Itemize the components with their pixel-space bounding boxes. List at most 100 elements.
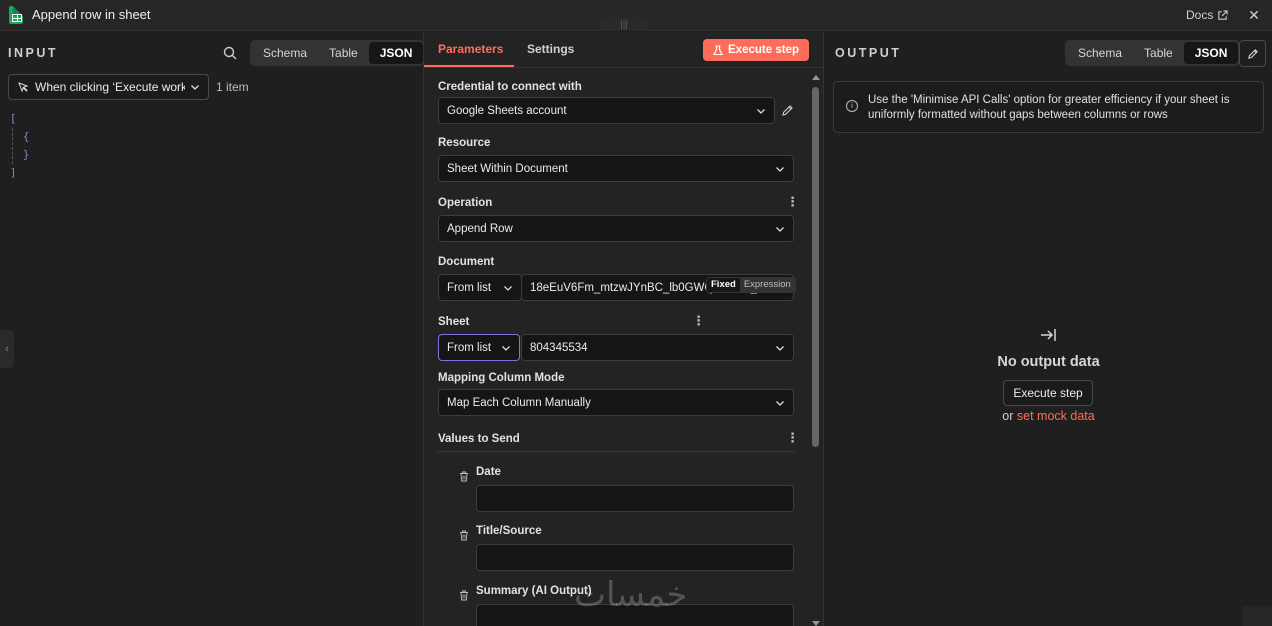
credential-select[interactable]: Google Sheets account (438, 97, 775, 124)
search-icon[interactable] (223, 46, 237, 60)
output-tab-json[interactable]: JSON (1183, 42, 1239, 64)
item-count: 1 item (216, 80, 249, 94)
json-close-brace: } (23, 149, 30, 161)
info-callout: i Use the 'Minimise API Calls' option fo… (833, 81, 1264, 133)
execute-step-button[interactable]: Execute step (703, 39, 809, 61)
external-link-icon (1218, 9, 1228, 20)
scroll-down-arrow[interactable] (812, 621, 820, 626)
output-label: OUTPUT (835, 46, 902, 60)
sheet-options-icon[interactable]: ⋮ (692, 314, 705, 327)
tab-settings[interactable]: Settings (527, 42, 574, 56)
resource-value: Sheet Within Document (447, 162, 568, 175)
output-tab-table[interactable]: Table (1133, 42, 1184, 64)
info-text: Use the 'Minimise API Calls' option for … (868, 94, 1230, 121)
mapping-label: Mapping Column Mode (438, 372, 565, 384)
values-divider (438, 451, 794, 452)
operation-label: Operation (438, 197, 493, 209)
trash-icon[interactable] (459, 471, 469, 482)
input-tab-table[interactable]: Table (318, 42, 369, 64)
input-view-toggle: Schema Table JSON (250, 40, 426, 66)
trigger-node-label: When clicking ‘Execute workflow’ (35, 80, 185, 94)
trash-icon[interactable] (459, 590, 469, 601)
output-panel: OUTPUT Schema Table JSON i Use the 'Mini… (825, 32, 1272, 626)
title-source-input[interactable] (476, 544, 794, 571)
json-open-brace[interactable]: { (23, 128, 29, 146)
parameters-form: Credential to connect with Google Sheets… (424, 69, 824, 626)
value-field-label: Title/Source (476, 525, 542, 537)
close-button[interactable]: ✕ (1247, 7, 1261, 24)
sheet-mode-value: From list (447, 341, 492, 354)
sheet-mode-select[interactable]: From list (438, 334, 520, 361)
sparkle-icon[interactable] (1242, 606, 1272, 626)
document-mode-value: From list (447, 281, 492, 294)
operation-value: Append Row (447, 222, 513, 235)
tab-parameters[interactable]: Parameters (438, 42, 503, 56)
chevron-down-icon (191, 85, 199, 90)
json-viewer: [ { } ] (10, 110, 29, 182)
resource-label: Resource (438, 137, 491, 149)
output-tab-schema[interactable]: Schema (1067, 42, 1133, 64)
title-bar: Append row in sheet ||| Docs ✕ (0, 0, 1272, 31)
cursor-click-icon (18, 82, 29, 93)
trash-icon[interactable] (459, 530, 469, 541)
input-panel: INPUT Schema Table JSON When clicking ‘E… (0, 32, 426, 626)
credential-value: Google Sheets account (447, 104, 567, 117)
chevron-down-icon (776, 346, 784, 351)
info-icon: i (846, 100, 858, 112)
chevron-down-icon (776, 401, 784, 406)
panel-drag-handle[interactable]: ||| (600, 17, 648, 31)
node-title[interactable]: Append row in sheet (32, 7, 151, 22)
input-label: INPUT (8, 46, 58, 60)
json-close-bracket: ] (10, 167, 17, 179)
watermark: خمسات (574, 575, 688, 615)
values-options-icon[interactable]: ⋮ (786, 431, 799, 444)
pencil-icon (1248, 49, 1258, 59)
scroll-up-arrow[interactable] (812, 75, 820, 80)
parameters-panel: Parameters Settings Execute step Credent… (424, 32, 824, 626)
document-mode-select[interactable]: From list (438, 274, 522, 301)
mapping-value: Map Each Column Manually (447, 396, 591, 409)
input-tab-schema[interactable]: Schema (252, 42, 318, 64)
sheet-label: Sheet (438, 316, 470, 328)
docs-link-label: Docs (1186, 8, 1214, 22)
json-guide: { } (12, 128, 29, 164)
operation-select[interactable]: Append Row (438, 215, 794, 242)
active-tab-indicator (424, 65, 514, 67)
operation-options-icon[interactable]: ⋮ (786, 195, 799, 208)
credential-label: Credential to connect with (438, 81, 582, 93)
sheet-select[interactable]: 804345534 (521, 334, 794, 361)
output-execute-step-button[interactable]: Execute step (1003, 380, 1093, 406)
no-output-title: No output data (997, 354, 1100, 370)
sheet-value: 804345534 (530, 341, 588, 354)
fixed-expression-toggle: Fixed Expression (706, 277, 796, 293)
or-text: or (1002, 409, 1014, 423)
trigger-node-select[interactable]: When clicking ‘Execute workflow’ (8, 74, 209, 100)
date-input[interactable] (476, 485, 794, 512)
edit-output-button[interactable] (1239, 40, 1266, 67)
mapping-select[interactable]: Map Each Column Manually (438, 389, 794, 416)
edit-credential-pencil-icon[interactable] (781, 104, 794, 117)
docs-link[interactable]: Docs (1186, 8, 1228, 22)
input-tab-json[interactable]: JSON (368, 42, 424, 64)
flask-icon (713, 44, 723, 55)
json-open-bracket: [ (10, 113, 17, 125)
toggle-expression[interactable]: Expression (740, 278, 795, 292)
value-field-label: Date (476, 466, 501, 478)
execute-step-label: Execute step (728, 44, 799, 56)
mock-data-line: or set mock data (825, 409, 1272, 423)
toggle-fixed[interactable]: Fixed (707, 278, 740, 292)
chevron-down-icon (776, 227, 784, 232)
scrollbar[interactable] (812, 87, 819, 447)
arrow-right-to-line-icon (1041, 329, 1056, 341)
document-label: Document (438, 256, 495, 268)
google-sheets-icon (9, 6, 23, 24)
collapse-chevron-icon[interactable]: ‹ (0, 330, 14, 368)
chevron-down-icon (757, 109, 765, 114)
resource-select[interactable]: Sheet Within Document (438, 155, 794, 182)
output-view-toggle: Schema Table JSON (1065, 40, 1241, 66)
chevron-down-icon (776, 167, 784, 172)
chevron-down-icon (504, 286, 512, 291)
values-label: Values to Send (438, 433, 520, 445)
set-mock-data-link[interactable]: set mock data (1017, 409, 1095, 423)
parameters-tabs: Parameters Settings Execute step (424, 32, 824, 68)
